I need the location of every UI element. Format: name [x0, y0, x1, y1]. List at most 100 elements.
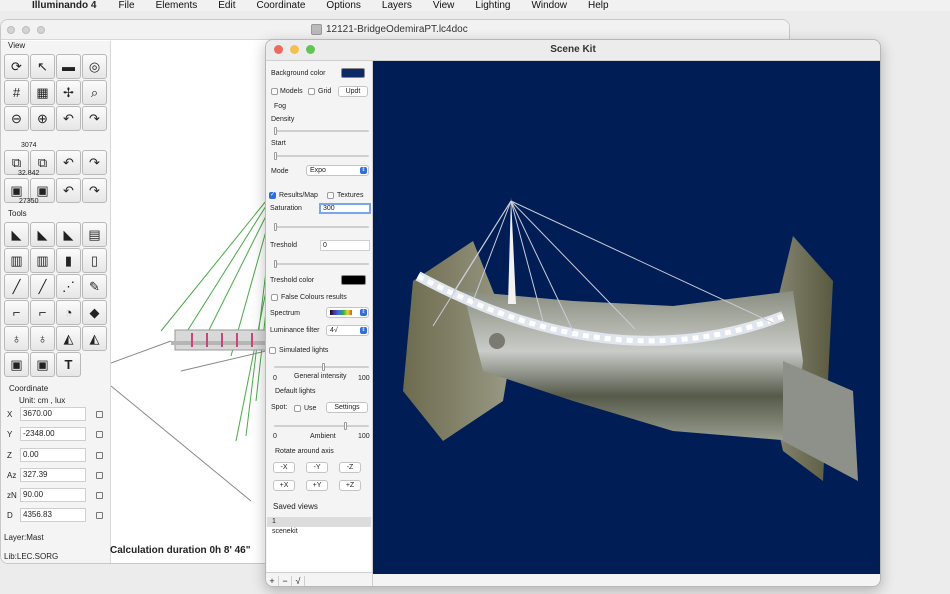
- door-tool-2-icon[interactable]: ▯: [82, 248, 107, 273]
- minimize-button[interactable]: [22, 26, 30, 34]
- slider-knob[interactable]: [344, 422, 347, 430]
- grid-checkbox[interactable]: [308, 88, 315, 95]
- treshold-slider[interactable]: [274, 260, 369, 268]
- zoom-out-icon[interactable]: ⊖: [4, 106, 29, 131]
- line-tool-icon[interactable]: ╱: [4, 274, 29, 299]
- rotate-minus-z-button[interactable]: -Z: [339, 462, 361, 473]
- dense-grid-icon[interactable]: ▦: [30, 80, 55, 105]
- rotate-z-plus-icon[interactable]: ↷: [82, 178, 107, 203]
- settings-button[interactable]: Settings: [326, 402, 368, 413]
- menu-coordinate[interactable]: Coordinate: [257, 0, 306, 11]
- menu-edit[interactable]: Edit: [218, 0, 235, 11]
- coord-zn-field[interactable]: 90.00: [20, 488, 86, 502]
- lock-icon[interactable]: [96, 430, 103, 438]
- menu-help[interactable]: Help: [588, 0, 609, 11]
- coord-z-field[interactable]: 0.00: [20, 448, 86, 462]
- slider-knob[interactable]: [274, 223, 277, 231]
- rotate-minus-y-button[interactable]: -Y: [306, 462, 328, 473]
- app-menu[interactable]: Illuminando 4: [32, 0, 96, 11]
- general-intensity-slider[interactable]: [274, 363, 369, 371]
- menu-file[interactable]: File: [118, 0, 134, 11]
- zoom-in-icon[interactable]: ⊕: [30, 106, 55, 131]
- target-icon[interactable]: ◎: [82, 54, 107, 79]
- results-map-checkbox[interactable]: [269, 191, 276, 199]
- rotate-plus-x-button[interactable]: +X: [273, 480, 295, 491]
- menu-view[interactable]: View: [433, 0, 455, 11]
- lock-icon[interactable]: [96, 471, 103, 479]
- arc-tool-icon[interactable]: ◔: [56, 300, 81, 325]
- menu-lighting[interactable]: Lighting: [475, 0, 510, 11]
- menu-window[interactable]: Window: [531, 0, 567, 11]
- list-item[interactable]: scenekit: [267, 527, 371, 537]
- spot-use-checkbox[interactable]: [294, 405, 301, 412]
- camera-tool-2-icon[interactable]: ▣: [30, 352, 55, 377]
- ambient-slider[interactable]: [274, 422, 369, 430]
- rotate-plus-z-button[interactable]: +Z: [339, 480, 361, 491]
- models-checkbox[interactable]: [271, 88, 278, 95]
- slider-knob[interactable]: [274, 127, 277, 135]
- fill-shape-icon[interactable]: ◆: [82, 300, 107, 325]
- object-tool-2-icon[interactable]: ◭: [82, 326, 107, 351]
- pointer-esc-icon[interactable]: ↖: [30, 54, 55, 79]
- rotate-y-plus-icon[interactable]: ↷: [82, 150, 107, 175]
- slider-knob[interactable]: [274, 260, 277, 268]
- 3d-scene-view[interactable]: [373, 61, 880, 574]
- menu-layers[interactable]: Layers: [382, 0, 412, 11]
- rotate-plus-y-button[interactable]: +Y: [306, 480, 328, 491]
- rotate-z-minus-icon[interactable]: ↶: [56, 178, 81, 203]
- coord-x-field[interactable]: 3670.00: [20, 407, 86, 421]
- slider-knob[interactable]: [322, 363, 325, 371]
- rotate-x-plus-icon[interactable]: ↷: [82, 106, 107, 131]
- object-tool-icon[interactable]: ◭: [56, 326, 81, 351]
- list-item[interactable]: 1: [267, 517, 371, 527]
- update-button[interactable]: Updt: [338, 86, 368, 97]
- snap-icon[interactable]: ✢: [56, 80, 81, 105]
- false-colours-checkbox[interactable]: [271, 294, 278, 301]
- treshold-field[interactable]: 0: [320, 240, 370, 251]
- grid-icon[interactable]: #: [4, 80, 29, 105]
- luminaire-array-icon[interactable]: ◣: [30, 222, 55, 247]
- coord-y-field[interactable]: -2348.00: [20, 427, 86, 441]
- luminaire-tool-icon[interactable]: ◣: [4, 222, 29, 247]
- coord-az-field[interactable]: 327.39: [20, 468, 86, 482]
- window-tool-icon[interactable]: ▥: [4, 248, 29, 273]
- camera-tool-icon[interactable]: ▣: [4, 352, 29, 377]
- luminance-filter-select[interactable]: 4√ ⇕: [326, 325, 369, 336]
- apply-view-button[interactable]: √: [292, 575, 305, 586]
- door-tool-icon[interactable]: ▮: [56, 248, 81, 273]
- window-tool-2-icon[interactable]: ▥: [30, 248, 55, 273]
- luminaire-group-icon[interactable]: ◣: [56, 222, 81, 247]
- textures-checkbox[interactable]: [327, 192, 334, 199]
- rotate-x-minus-icon[interactable]: ↶: [56, 106, 81, 131]
- menu-elements[interactable]: Elements: [156, 0, 198, 11]
- dashed-line-icon[interactable]: ⋰: [56, 274, 81, 299]
- spectrum-select[interactable]: ⇕: [326, 307, 369, 318]
- zoom-window-icon[interactable]: ⌕: [82, 80, 107, 105]
- background-color-well[interactable]: [341, 68, 365, 78]
- saturation-field[interactable]: 300: [319, 203, 371, 214]
- rotate-view-icon[interactable]: ⟳: [4, 54, 29, 79]
- line-tool-2-icon[interactable]: ╱: [30, 274, 55, 299]
- close-button[interactable]: [7, 26, 15, 34]
- start-slider[interactable]: [274, 152, 369, 160]
- treshold-color-well[interactable]: [341, 275, 366, 285]
- polygon-tool-icon[interactable]: ⌐: [30, 300, 55, 325]
- saturation-slider[interactable]: [274, 223, 369, 231]
- polyline-tool-icon[interactable]: ⌐: [4, 300, 29, 325]
- text-tool-icon[interactable]: T: [56, 352, 81, 377]
- lock-icon[interactable]: [96, 410, 103, 418]
- rotate-minus-x-button[interactable]: -X: [273, 462, 295, 473]
- remove-view-button[interactable]: −: [279, 575, 292, 586]
- slider-knob[interactable]: [274, 152, 277, 160]
- coord-d-field[interactable]: 4356.83: [20, 508, 86, 522]
- mode-select[interactable]: Expo ⇕: [306, 165, 369, 176]
- lock-icon[interactable]: [96, 451, 103, 459]
- wall-tool-icon[interactable]: ▤: [82, 222, 107, 247]
- simulated-lights-checkbox[interactable]: [269, 347, 276, 354]
- point-light-icon[interactable]: ♁: [4, 326, 29, 351]
- add-view-button[interactable]: +: [266, 575, 279, 586]
- density-slider[interactable]: [274, 127, 369, 135]
- rotate-y-minus-icon[interactable]: ↶: [56, 150, 81, 175]
- lock-icon[interactable]: [96, 511, 103, 519]
- lock-icon[interactable]: [96, 491, 103, 499]
